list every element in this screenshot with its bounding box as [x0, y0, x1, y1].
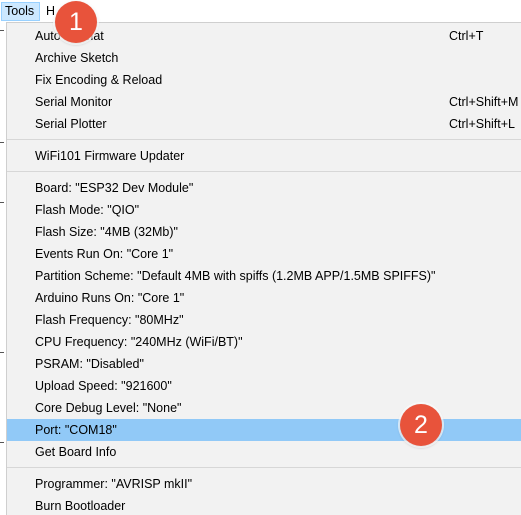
step-badge-2: 2 [400, 404, 442, 446]
menu-item-fix-encoding[interactable]: Fix Encoding & Reload [7, 69, 521, 91]
menu-item-cpu-frequency[interactable]: CPU Frequency: "240MHz (WiFi/BT)" [7, 331, 521, 353]
menu-item-label: Serial Monitor [35, 95, 113, 109]
menu-item-label: WiFi101 Firmware Updater [35, 149, 185, 163]
menu-item-shortcut: Ctrl+Shift+L [449, 117, 516, 131]
menu-item-label: Fix Encoding & Reload [35, 73, 163, 87]
menu-item-upload-speed[interactable]: Upload Speed: "921600" [7, 375, 521, 397]
menu-item-label: Flash Mode: "QIO" [35, 203, 140, 217]
menu-item-shortcut: Ctrl+T [449, 29, 484, 43]
menu-item-core-debug-level[interactable]: Core Debug Level: "None" [7, 397, 521, 419]
menu-item-board[interactable]: Board: "ESP32 Dev Module" [7, 177, 521, 199]
menu-separator [7, 171, 521, 172]
menu-item-get-board-info[interactable]: Get Board Info [7, 441, 521, 463]
menu-separator [7, 467, 521, 468]
menu-item-label: Core Debug Level: "None" [35, 401, 182, 415]
menu-item-label: Archive Sketch [35, 51, 119, 65]
menu-item-label: Events Run On: "Core 1" [35, 247, 174, 261]
menu-item-flash-mode[interactable]: Flash Mode: "QIO" [7, 199, 521, 221]
menu-item-serial-plotter[interactable]: Serial Plotter Ctrl+Shift+L [7, 113, 521, 135]
menu-item-label: Serial Plotter [35, 117, 107, 131]
menu-item-label: Programmer: "AVRISP mkII" [35, 477, 193, 491]
menu-item-archive-sketch[interactable]: Archive Sketch [7, 47, 521, 69]
edge-mark [0, 142, 4, 143]
menu-item-label: Flash Size: "4MB (32Mb)" [35, 225, 178, 239]
tools-dropdown-menu: Auto Format Ctrl+T Archive Sketch Fix En… [6, 22, 521, 515]
menu-item-label: Arduino Runs On: "Core 1" [35, 291, 185, 305]
menu-item-label: Board: "ESP32 Dev Module" [35, 181, 194, 195]
menu-item-label: PSRAM: "Disabled" [35, 357, 144, 371]
menu-item-serial-monitor[interactable]: Serial Monitor Ctrl+Shift+M [7, 91, 521, 113]
menu-item-burn-bootloader[interactable]: Burn Bootloader [7, 495, 521, 515]
edge-mark [0, 30, 4, 31]
menu-item-flash-size[interactable]: Flash Size: "4MB (32Mb)" [7, 221, 521, 243]
menu-item-port[interactable]: Port: "COM18" [7, 419, 521, 441]
menu-item-wifi101-updater[interactable]: WiFi101 Firmware Updater [7, 145, 521, 167]
menu-item-label: Port: "COM18" [35, 423, 117, 437]
menu-item-label: Flash Frequency: "80MHz" [35, 313, 184, 327]
edge-mark [0, 352, 4, 353]
menu-item-programmer[interactable]: Programmer: "AVRISP mkII" [7, 473, 521, 495]
menu-item-label: Get Board Info [35, 445, 117, 459]
menu-item-label: Burn Bootloader [35, 499, 126, 513]
menu-item-partition-scheme[interactable]: Partition Scheme: "Default 4MB with spif… [7, 265, 521, 287]
menu-item-events-run-on[interactable]: Events Run On: "Core 1" [7, 243, 521, 265]
edge-mark [0, 202, 4, 203]
menu-tools[interactable]: Tools [1, 2, 40, 21]
menu-item-label: Partition Scheme: "Default 4MB with spif… [35, 269, 436, 283]
menu-help[interactable]: H [45, 2, 55, 21]
menu-item-psram[interactable]: PSRAM: "Disabled" [7, 353, 521, 375]
menu-item-label: CPU Frequency: "240MHz (WiFi/BT)" [35, 335, 243, 349]
edge-mark [0, 442, 4, 443]
menu-item-arduino-runs-on[interactable]: Arduino Runs On: "Core 1" [7, 287, 521, 309]
menu-item-flash-frequency[interactable]: Flash Frequency: "80MHz" [7, 309, 521, 331]
menu-separator [7, 139, 521, 140]
step-badge-1: 1 [55, 1, 97, 43]
menu-item-shortcut: Ctrl+Shift+M [449, 95, 519, 109]
menu-item-label: Upload Speed: "921600" [35, 379, 172, 393]
